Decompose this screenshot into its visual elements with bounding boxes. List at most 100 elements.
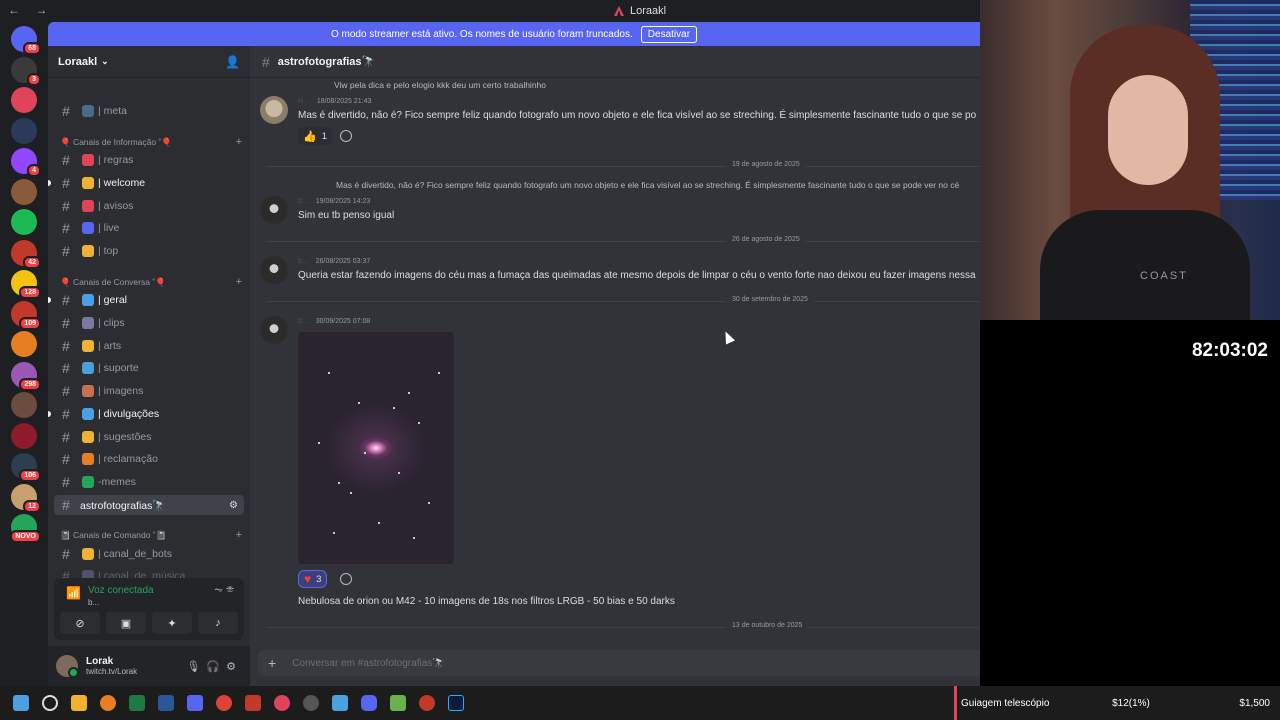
server-icon[interactable] [11,331,37,357]
voice-status[interactable]: Voz conectada [88,585,154,596]
excel-icon[interactable] [129,695,145,711]
avatar[interactable] [260,196,288,224]
hash-icon: # [62,198,70,214]
server-icon[interactable] [11,392,37,418]
channel-welcome[interactable]: # | welcome [48,173,244,193]
word-icon[interactable] [158,695,174,711]
server-icon[interactable]: 12 [11,483,41,513]
server-icon[interactable] [11,117,37,144]
category-label: 🎈 Canais de Informação ˚🎈 [60,136,172,147]
category-comando[interactable]: 📓 Canais de Comando ˚📓 + [60,527,242,543]
category-label: 🎈 Canais de Conversa ˚🎈 [60,276,166,287]
channel-emoji-icon [82,177,94,189]
server-icon[interactable]: 68 [11,26,41,55]
chrome-icon[interactable] [216,695,232,711]
server-icon[interactable]: 128 [11,270,41,299]
date-label: 19 de agosto de 2025 [726,161,806,168]
channel-canal-de-bots[interactable]: # | canal_de_bots [54,544,244,564]
avatar[interactable] [56,655,79,678]
server-icon[interactable]: 106 [11,453,41,482]
add-channel-icon[interactable]: + [236,276,242,288]
attach-plus-icon[interactable]: + [268,655,276,671]
channel-astrofotografias[interactable]: # astrofotografias🔭 ⚙ [54,495,244,515]
channel-emoji-icon [82,317,94,329]
photoshop-icon[interactable] [448,695,464,711]
reply-preview[interactable]: Viw pela dica e pelo elogio kkk deu um c… [334,80,546,90]
media-player-icon[interactable] [274,695,290,711]
app-logo-icon [613,6,624,16]
avatar[interactable] [260,256,288,284]
user-controls-icon[interactable]: 🎙🎧⚙ [186,660,242,673]
author-name[interactable]: H... [298,98,309,105]
server-icon[interactable] [11,87,37,113]
server-icon[interactable]: 298 [11,361,41,391]
disable-streamer-mode-button[interactable]: Desativar [640,25,698,43]
author-name[interactable]: b... [298,318,308,325]
channel-live[interactable]: # | live [54,218,244,238]
server-icon[interactable]: 109 [11,300,41,330]
server-icon[interactable] [11,422,37,449]
add-channel-icon[interactable]: + [236,529,242,541]
channel-avisos[interactable]: # | avisos [54,196,244,216]
hash-icon: # [62,497,70,513]
author-name[interactable]: b... [298,258,308,265]
channel-clips[interactable]: # | clips [54,313,244,333]
avatar[interactable] [260,96,288,124]
discord-icon[interactable] [361,695,377,711]
opera-icon[interactable] [419,695,435,711]
app-icon[interactable] [332,695,348,711]
channel-regras[interactable]: # | regras [54,150,244,170]
channel-emoji-icon [82,548,94,560]
channel-arts[interactable]: # | arts [54,336,244,356]
server-icon[interactable] [11,209,37,235]
server-icon[interactable]: 4 [11,148,41,177]
category-conversa[interactable]: 🎈 Canais de Conversa ˚🎈 + [60,274,242,290]
file-explorer-icon[interactable] [71,695,87,711]
server-icon[interactable]: 42 [11,239,41,269]
message-meta: b... 30/09/2025 07:08 [298,318,370,325]
reply-preview[interactable]: Mas é divertido, não é? Fico sempre feli… [336,180,959,190]
nebula-image[interactable] [298,332,454,564]
channel-divulgacoes[interactable]: # | divulgações [48,404,244,424]
channel-reclamacao[interactable]: # | reclamação [54,449,244,469]
channel-sugestoes[interactable]: # | sugestões [54,427,244,447]
server-icon[interactable]: 3 [11,56,41,86]
author-name[interactable]: b... [298,198,308,205]
windows-start-icon[interactable] [13,695,29,711]
screen-share-icon[interactable]: ▣ [106,612,146,634]
add-reaction-icon[interactable] [340,130,352,142]
channel-label: astrofotografias🔭 [80,499,166,512]
firefox-icon[interactable] [100,695,116,711]
channel-imagens[interactable]: # | imagens [54,381,244,401]
search-icon[interactable] [42,695,58,711]
channel-top[interactable]: # | top [54,241,244,261]
channel-suporte[interactable]: # | suporte [54,358,244,378]
app-icon[interactable] [303,695,319,711]
nav-arrows[interactable]: ← → [8,3,53,17]
add-channel-icon[interactable]: + [236,136,242,148]
reaction-thumbs-up[interactable]: 👍 1 [298,127,332,145]
channel-settings-icon[interactable]: ⚙ [229,500,238,511]
date-label: 13 de outubro de 2025 [726,622,809,629]
activities-icon[interactable]: ✦ [152,612,192,634]
notepad-icon[interactable] [390,695,406,711]
guild-header[interactable]: Loraakl ⌄ 👤 [48,46,250,78]
channel-label: | imagens [98,385,144,397]
channel-meta[interactable]: # | meta [54,101,244,121]
camera-off-icon[interactable]: ⊘ [60,612,100,634]
avatar[interactable] [260,316,288,344]
server-icon[interactable]: NOVO [10,514,41,543]
add-reaction-icon[interactable] [340,573,352,585]
reaction-heart[interactable]: ♥ 3 [298,570,328,588]
server-icon[interactable] [11,178,37,205]
invite-people-icon[interactable]: 👤 [225,55,240,69]
disconnect-icon[interactable]: ⏦ ☏ [214,584,234,597]
channel-memes[interactable]: # -memes [54,472,244,492]
app-icon[interactable] [245,695,261,711]
message-input[interactable] [292,657,980,669]
app-icon[interactable] [187,695,203,711]
category-info[interactable]: 🎈 Canais de Informação ˚🎈 + [60,134,242,150]
soundboard-icon[interactable]: ♪ [198,612,238,634]
channel-emoji-icon [82,245,94,257]
channel-geral[interactable]: # | geral [48,290,244,310]
